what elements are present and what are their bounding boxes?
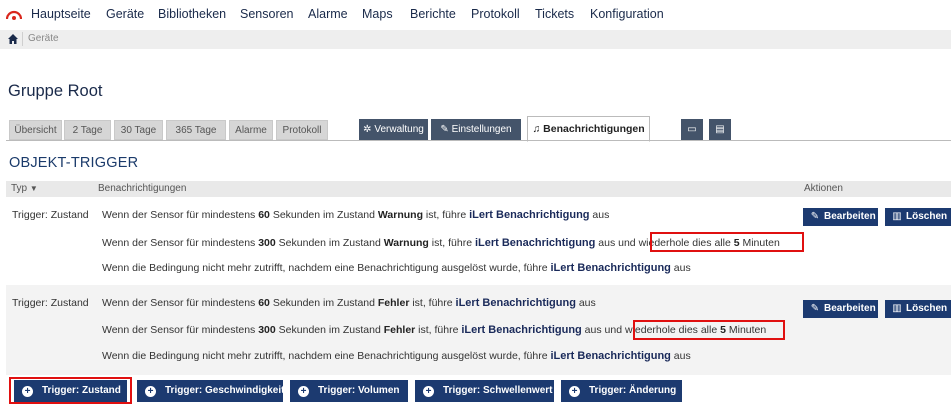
plus-circle-icon: + xyxy=(145,386,156,397)
column-actions: Aktionen xyxy=(804,183,843,194)
nav-geraete[interactable]: Geräte xyxy=(106,7,144,21)
prtg-logo-icon[interactable] xyxy=(6,7,22,21)
table-header: Typ ▼ Benachrichtigungen Aktionen xyxy=(6,181,951,197)
section-title: OBJEKT-TRIGGER xyxy=(9,155,139,171)
add-trigger-schwellenwert-button[interactable]: + Trigger: Schwellenwert xyxy=(415,380,554,402)
tab-uebersicht[interactable]: Übersicht xyxy=(9,120,62,140)
nav-berichte[interactable]: Berichte xyxy=(410,7,456,21)
tab-benachrichtigungen-label: Benachrichtigungen xyxy=(543,123,645,135)
trigger-type: Trigger: Zustand xyxy=(12,297,89,309)
notification-line-3: Wenn die Bedingung nicht mehr zutrifft, … xyxy=(102,350,691,362)
nav-protokoll[interactable]: Protokoll xyxy=(471,7,520,21)
edit-button[interactable]: ✎ Bearbeiten xyxy=(803,300,878,318)
page-title: Gruppe Root xyxy=(8,82,103,100)
bell-icon: ♫ xyxy=(532,123,541,135)
tab-verwaltung-label: Verwaltung xyxy=(374,124,424,135)
tab-benachrichtigungen[interactable]: ♫ Benachrichtigungen xyxy=(527,116,650,142)
notification-link[interactable]: iLert Benachrichtigung xyxy=(550,350,670,362)
delete-button[interactable]: ▥ Löschen xyxy=(885,208,951,226)
list-icon: ▤ xyxy=(715,124,725,135)
highlight-box xyxy=(650,232,804,252)
nav-bibliotheken[interactable]: Bibliotheken xyxy=(158,7,226,21)
notification-line-1: Wenn der Sensor für mindestens 60 Sekund… xyxy=(102,209,610,221)
top-navigation: Hauptseite Geräte Bibliotheken Sensoren … xyxy=(0,0,951,28)
column-notifications: Benachrichtigungen xyxy=(98,183,187,194)
notification-link[interactable]: iLert Benachrichtigung xyxy=(475,237,595,249)
tab-history[interactable]: ▤ xyxy=(709,119,731,140)
nav-konfiguration[interactable]: Konfiguration xyxy=(590,7,664,21)
tab-divider xyxy=(6,140,951,141)
breadcrumb: Geräte xyxy=(0,30,951,49)
breadcrumb-separator xyxy=(22,32,23,46)
tab-365-tage[interactable]: 365 Tage xyxy=(166,120,226,140)
plus-circle-icon: + xyxy=(298,386,309,397)
nav-maps[interactable]: Maps xyxy=(362,7,393,21)
notification-link[interactable]: iLert Benachrichtigung xyxy=(550,262,670,274)
notification-link[interactable]: iLert Benachrichtigung xyxy=(456,297,576,309)
comment-icon: ▭ xyxy=(687,124,697,135)
column-type[interactable]: Typ ▼ xyxy=(11,183,38,194)
add-trigger-aenderung-button[interactable]: + Trigger: Änderung xyxy=(561,380,682,402)
tab-protokoll[interactable]: Protokoll xyxy=(276,120,328,140)
home-icon[interactable] xyxy=(7,33,19,45)
notification-link[interactable]: iLert Benachrichtigung xyxy=(469,209,589,221)
nav-tickets[interactable]: Tickets xyxy=(535,7,574,21)
add-trigger-volumen-button[interactable]: + Trigger: Volumen xyxy=(290,380,408,402)
edit-button[interactable]: ✎ Bearbeiten xyxy=(803,208,878,226)
trash-icon: ▥ xyxy=(892,211,902,222)
sort-down-icon: ▼ xyxy=(29,184,38,193)
notification-line-1: Wenn der Sensor für mindestens 60 Sekund… xyxy=(102,297,596,309)
tab-einstellungen-label: Einstellungen xyxy=(451,124,512,135)
nav-hauptseite[interactable]: Hauptseite xyxy=(31,7,91,21)
trigger-type: Trigger: Zustand xyxy=(12,209,89,221)
highlight-box xyxy=(633,320,785,340)
tab-verwaltung[interactable]: ✲ Verwaltung xyxy=(359,119,428,140)
pencil-icon: ✎ xyxy=(810,211,820,222)
tab-alarme[interactable]: Alarme xyxy=(229,120,273,140)
notification-line-3: Wenn die Bedingung nicht mehr zutrifft, … xyxy=(102,262,691,274)
nav-sensoren[interactable]: Sensoren xyxy=(240,7,294,21)
tab-2-tage[interactable]: 2 Tage xyxy=(64,120,111,140)
notification-link[interactable]: iLert Benachrichtigung xyxy=(461,324,581,336)
add-trigger-geschwindigkeit-button[interactable]: + Trigger: Geschwindigkeit xyxy=(137,380,284,402)
pencil-icon: ✎ xyxy=(810,303,820,314)
gear-icon: ✲ xyxy=(363,124,372,135)
breadcrumb-current[interactable]: Geräte xyxy=(28,33,59,44)
plus-circle-icon: + xyxy=(569,386,580,397)
tab-comments[interactable]: ▭ xyxy=(681,119,703,140)
trash-icon: ▥ xyxy=(892,303,902,314)
wrench-icon: ✎ xyxy=(440,124,449,135)
highlight-box xyxy=(9,377,132,404)
table-row: Trigger: Zustand Wenn der Sensor für min… xyxy=(6,285,951,375)
tab-einstellungen[interactable]: ✎ Einstellungen xyxy=(431,119,521,140)
delete-button[interactable]: ▥ Löschen xyxy=(885,300,951,318)
plus-circle-icon: + xyxy=(423,386,434,397)
tab-30-tage[interactable]: 30 Tage xyxy=(114,120,163,140)
nav-alarme[interactable]: Alarme xyxy=(308,7,348,21)
table-row: Trigger: Zustand Wenn der Sensor für min… xyxy=(6,197,951,285)
